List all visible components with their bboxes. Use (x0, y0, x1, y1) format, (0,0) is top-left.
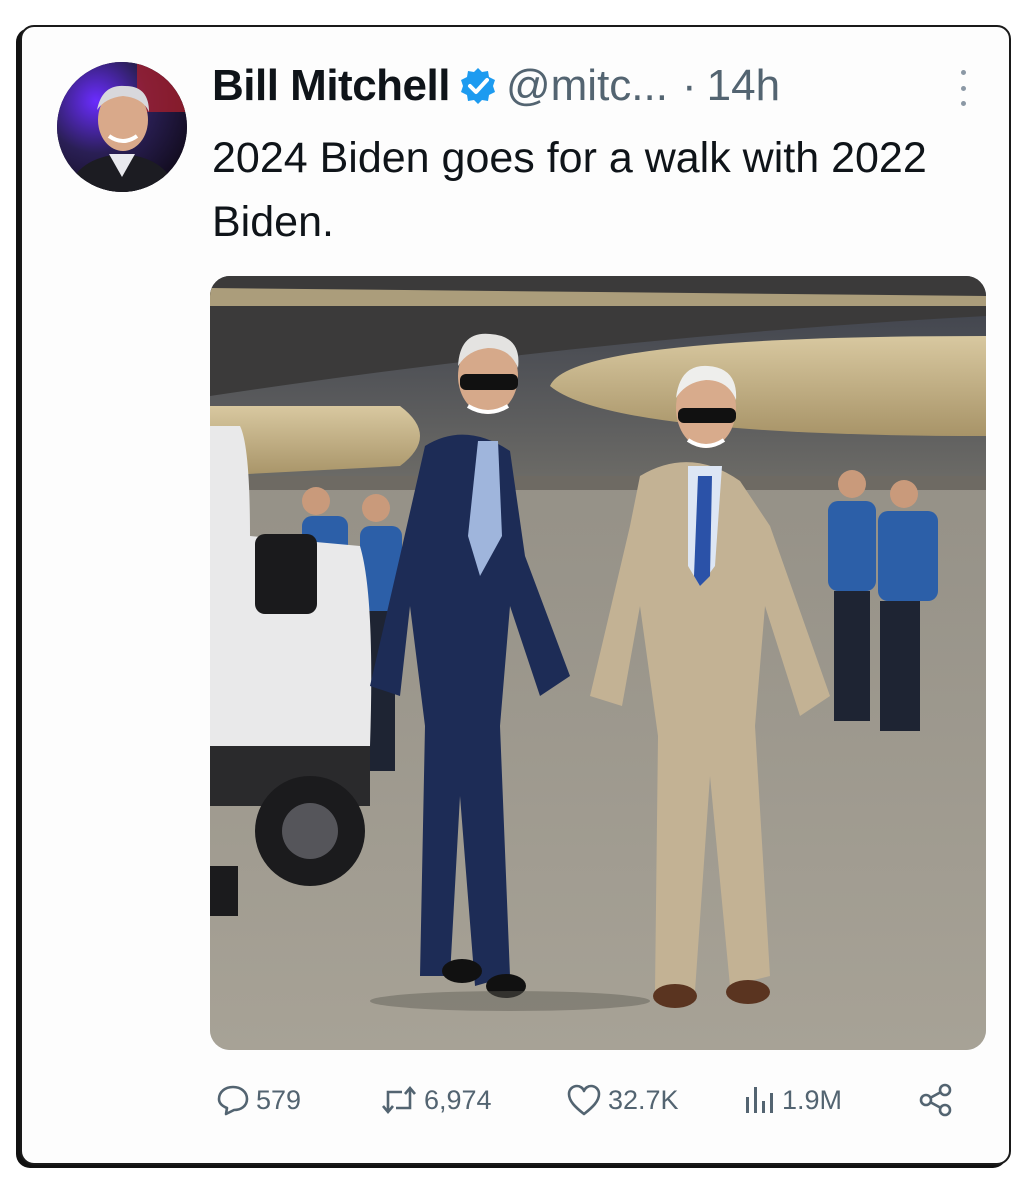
heart-icon (567, 1084, 601, 1116)
like-button[interactable]: 32.7K (566, 1078, 679, 1122)
more-options-icon[interactable] (954, 70, 972, 106)
tweet-text: 2024 Biden goes for a walk with 2022 Bid… (212, 134, 927, 246)
share-button[interactable] (918, 1078, 954, 1122)
author-handle[interactable]: @mitc... (506, 61, 668, 111)
retweet-icon (382, 1085, 416, 1115)
views-count: 1.9M (782, 1084, 843, 1115)
reply-count: 579 (256, 1084, 302, 1115)
views-button[interactable]: 1.9M (742, 1078, 842, 1122)
verified-badge-icon (458, 66, 498, 106)
share-icon (919, 1083, 952, 1117)
reply-button[interactable]: 579 (216, 1078, 301, 1122)
avatar-photo (57, 62, 187, 192)
retweet-button[interactable]: 6,974 (380, 1078, 492, 1122)
tweet-timestamp[interactable]: 14h (707, 61, 780, 111)
avatar[interactable] (57, 62, 187, 192)
separator-dot: · (681, 61, 697, 110)
tweet-actions-bar: 579 6,974 32.7K 1.9M (212, 1078, 972, 1122)
photo-two-men-walking-on-tarmac (210, 276, 986, 1050)
tweet-header: Bill Mitchell @mitc... · 14h (212, 58, 780, 114)
author-name[interactable]: Bill Mitchell (212, 61, 450, 111)
retweet-count: 6,974 (424, 1084, 492, 1115)
like-count: 32.7K (608, 1084, 679, 1115)
tweet-media-photo[interactable] (210, 276, 986, 1050)
views-bar-chart-icon (746, 1087, 773, 1113)
reply-icon (217, 1085, 249, 1116)
